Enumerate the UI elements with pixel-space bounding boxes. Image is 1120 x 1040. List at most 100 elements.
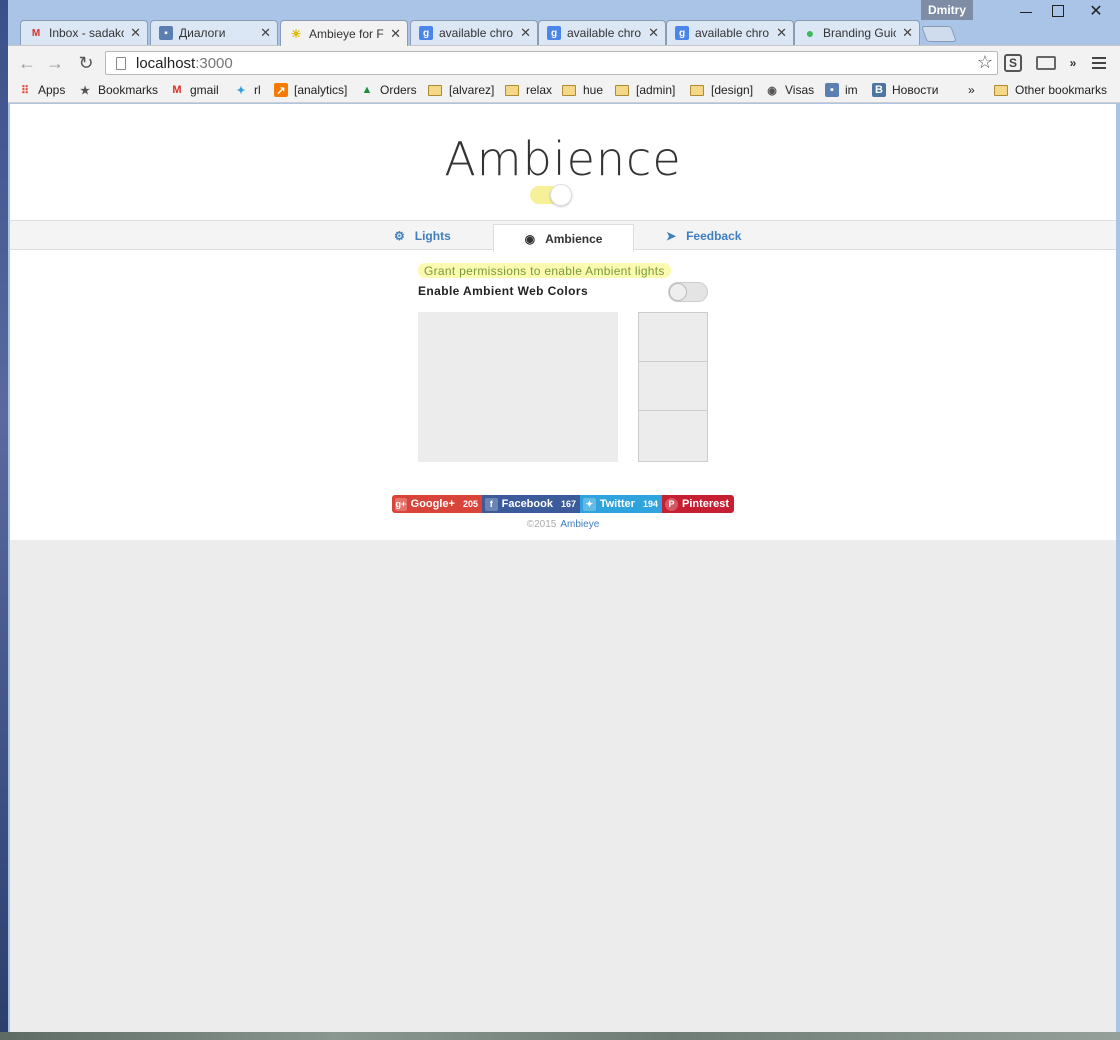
- gmail-icon: M: [172, 84, 182, 96]
- eye-icon: ◉: [524, 231, 536, 246]
- browser-tab-branding[interactable]: ● Branding Guic ✕: [794, 20, 920, 45]
- share-twitter-button[interactable]: ✦ Twitter 194: [580, 495, 662, 513]
- tab-title: Branding Guic: [823, 26, 897, 40]
- seal-icon: ◉: [767, 84, 777, 97]
- tab-lights[interactable]: ⚙ Lights: [394, 221, 451, 250]
- bookmark-label: hue: [583, 83, 604, 97]
- bookmark-design[interactable]: [design]: [690, 79, 753, 101]
- reload-button[interactable]: ↻: [75, 52, 97, 74]
- drive-icon: ▲: [361, 84, 373, 96]
- master-toggle[interactable]: [530, 184, 572, 206]
- toggle-knob: [669, 283, 687, 301]
- back-button[interactable]: ←: [16, 52, 38, 74]
- twitter-icon: ✦: [583, 497, 596, 511]
- tab-label: Lights: [414, 228, 451, 243]
- share-buttons: g+ Google+ 205 f Facebook 167 ✦ Twitter …: [392, 495, 734, 513]
- bookmark-rl[interactable]: ✦ rl: [234, 79, 261, 101]
- bookmark-relax[interactable]: relax: [505, 79, 552, 101]
- extensions-overflow-icon[interactable]: »: [1064, 54, 1082, 72]
- bookmark-visas[interactable]: ◉ Visas: [765, 79, 814, 101]
- bookmark-admin[interactable]: [admin]: [615, 79, 675, 101]
- bookmark-orders[interactable]: ▲ Orders: [360, 79, 417, 101]
- paper-plane-icon: ➤: [666, 228, 677, 243]
- browser-tab-search-3[interactable]: g available chro ✕: [666, 20, 794, 45]
- close-tab-icon[interactable]: ✕: [260, 25, 271, 41]
- new-tab-button[interactable]: [921, 26, 957, 42]
- share-label: Facebook: [501, 498, 553, 510]
- page-icon: [116, 56, 126, 70]
- close-tab-icon[interactable]: ✕: [130, 25, 141, 41]
- footer: ©2015 Ambieye: [10, 519, 1116, 530]
- analytics-icon: ↗: [274, 83, 288, 97]
- web-colors-toggle[interactable]: [668, 282, 708, 302]
- google-plus-icon: g+: [395, 497, 407, 511]
- close-tab-icon[interactable]: ✕: [520, 25, 531, 41]
- app-title: Ambience: [444, 132, 682, 186]
- browser-tab-search-1[interactable]: g available chro ✕: [410, 20, 538, 45]
- bookmark-bookmarks[interactable]: ★ Bookmarks: [78, 79, 158, 101]
- browser-tab-inbox[interactable]: M Inbox - sadako ✕: [20, 20, 148, 45]
- bookmark-star-icon[interactable]: ☆: [977, 52, 993, 73]
- url-text: localhost:3000: [136, 55, 233, 72]
- tab-feedback[interactable]: ➤ Feedback: [666, 221, 741, 250]
- pinterest-icon: P: [665, 497, 678, 511]
- close-tab-icon[interactable]: ✕: [390, 26, 401, 42]
- bookmark-label: [admin]: [636, 83, 676, 97]
- forward-button[interactable]: →: [44, 52, 66, 74]
- tab-ambience[interactable]: ◉ Ambience: [493, 224, 634, 252]
- app-tab-bar: ⚙ Lights ◉ Ambience ➤ Feedback: [10, 220, 1116, 252]
- tab-strip: M Inbox - sadako ✕ ▪ Диалоги ✕ ☀ Ambieye…: [8, 20, 1120, 46]
- profile-button[interactable]: Dmitry: [921, 0, 973, 20]
- bookmark-label: Новости: [892, 83, 939, 97]
- folder-icon: [615, 84, 629, 96]
- close-tab-icon[interactable]: ✕: [776, 25, 787, 41]
- cast-icon[interactable]: [1036, 56, 1056, 70]
- tab-title: Inbox - sadako: [49, 26, 125, 40]
- share-google-plus-button[interactable]: g+ Google+ 205: [392, 495, 482, 513]
- bookmark-hue[interactable]: hue: [562, 79, 603, 101]
- bookmark-label: [design]: [711, 83, 754, 97]
- close-window-button[interactable]: ✕: [1074, 0, 1118, 22]
- color-swatch: [639, 411, 707, 460]
- desktop-bottom-edge: [0, 1032, 1120, 1040]
- footer-link[interactable]: Ambieye: [560, 519, 599, 530]
- bookmark-label: [alvarez]: [449, 83, 495, 97]
- bookmark-analytics[interactable]: ↗ [analytics]: [274, 79, 347, 101]
- bookmark-news[interactable]: B Новости: [872, 79, 938, 101]
- apps-icon: ⠿: [20, 84, 30, 97]
- reload-icon: ↻: [78, 52, 94, 73]
- share-pinterest-button[interactable]: P Pinterest: [662, 495, 734, 513]
- bookmark-label: [analytics]: [294, 83, 348, 97]
- extension-s-icon[interactable]: S: [1004, 54, 1022, 72]
- tab-title: available chro: [567, 26, 642, 40]
- toolbar: ← → ↻ localhost:3000 ☆ S »: [8, 45, 1120, 79]
- share-label: Twitter: [599, 498, 635, 510]
- bookmark-label: Orders: [380, 83, 417, 97]
- bookmark-apps[interactable]: ⠿ Apps: [18, 79, 65, 101]
- other-bookmarks[interactable]: Other bookmarks: [994, 79, 1107, 101]
- menu-icon[interactable]: [1090, 56, 1108, 70]
- share-facebook-button[interactable]: f Facebook 167: [482, 495, 580, 513]
- bookmark-label: Apps: [38, 83, 66, 97]
- permission-notice[interactable]: Grant permissions to enable Ambient ligh…: [418, 263, 671, 278]
- address-bar[interactable]: localhost:3000 ☆: [105, 51, 998, 75]
- browser-tab-ambieye[interactable]: ☀ Ambieye for F ✕: [280, 20, 408, 46]
- bookmarks-overflow-button[interactable]: »: [968, 79, 975, 101]
- vk-icon: B: [872, 83, 886, 97]
- bookmark-label: rl: [254, 83, 261, 97]
- url-port: :3000: [195, 54, 233, 72]
- browser-tab-dialogs[interactable]: ▪ Диалоги ✕: [150, 20, 278, 45]
- toggle-knob: [550, 184, 572, 206]
- bookmark-im[interactable]: ▪ im: [825, 79, 858, 101]
- bookmark-gmail[interactable]: M gmail: [170, 79, 218, 101]
- tab-label: Ambience: [545, 231, 603, 246]
- dialog-icon: ▪: [825, 83, 839, 97]
- browser-tab-search-2[interactable]: g available chro ✕: [538, 20, 666, 45]
- facebook-icon: f: [485, 497, 498, 511]
- share-count: 205: [462, 499, 478, 509]
- bookmark-alvarez[interactable]: [alvarez]: [428, 79, 494, 101]
- close-tab-icon[interactable]: ✕: [902, 25, 913, 41]
- google-icon: g: [419, 26, 433, 40]
- close-tab-icon[interactable]: ✕: [648, 25, 659, 41]
- enable-ambient-label: Enable Ambient Web Colors: [418, 284, 589, 298]
